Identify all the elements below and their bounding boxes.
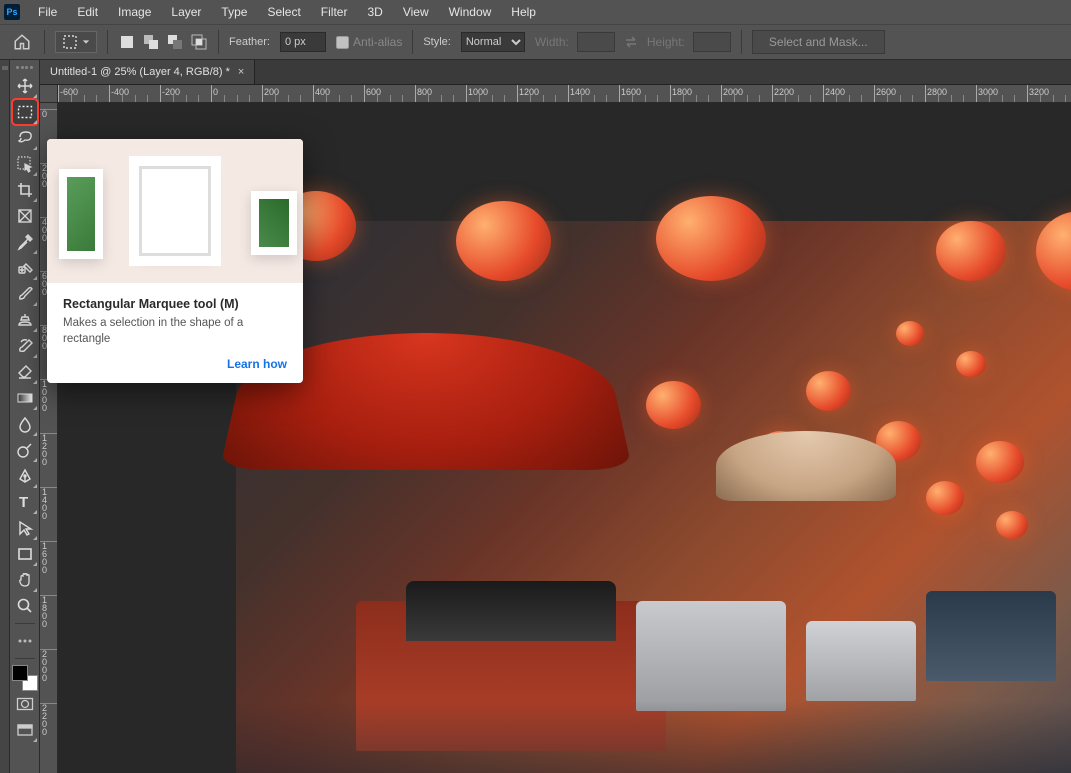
document-tab[interactable]: Untitled-1 @ 25% (Layer 4, RGB/8) * × bbox=[40, 60, 255, 84]
gradient-tool[interactable] bbox=[12, 385, 38, 411]
adobe-photoshop-icon: Ps bbox=[4, 4, 20, 20]
style-label: Style: bbox=[423, 36, 451, 48]
separator bbox=[15, 658, 35, 659]
foreground-color-swatch[interactable] bbox=[12, 665, 28, 681]
move-tool[interactable] bbox=[12, 73, 38, 99]
style-select[interactable]: Normal bbox=[461, 32, 525, 52]
document-tab-title: Untitled-1 @ 25% (Layer 4, RGB/8) * bbox=[50, 66, 230, 78]
home-button[interactable] bbox=[10, 30, 34, 54]
subtract-from-selection-button[interactable] bbox=[166, 33, 184, 51]
chevron-down-icon bbox=[82, 38, 90, 46]
select-and-mask-button[interactable]: Select and Mask... bbox=[752, 30, 885, 54]
clone-stamp-tool[interactable] bbox=[12, 307, 38, 333]
home-icon bbox=[13, 33, 31, 51]
tooltip-title: Rectangular Marquee tool (M) bbox=[63, 297, 287, 311]
feather-label: Feather: bbox=[229, 36, 270, 48]
zoom-tool[interactable] bbox=[12, 593, 38, 619]
object-selection-tool[interactable] bbox=[12, 151, 38, 177]
height-input bbox=[693, 32, 731, 52]
spot-healing-brush-tool[interactable] bbox=[12, 255, 38, 281]
history-brush-tool[interactable] bbox=[12, 333, 38, 359]
tooltip-description: Makes a selection in the shape of a rect… bbox=[63, 315, 287, 347]
hand-tool[interactable] bbox=[12, 567, 38, 593]
menu-layer[interactable]: Layer bbox=[161, 5, 211, 19]
pen-tool[interactable] bbox=[12, 463, 38, 489]
horizontal-type-tool[interactable]: T bbox=[12, 489, 38, 515]
swap-dimensions-icon bbox=[623, 34, 639, 50]
menu-view[interactable]: View bbox=[393, 5, 439, 19]
brush-tool[interactable] bbox=[12, 281, 38, 307]
eyedropper-tool[interactable] bbox=[12, 229, 38, 255]
edit-toolbar-button[interactable] bbox=[12, 628, 38, 654]
feather-input[interactable] bbox=[280, 32, 326, 52]
horizontal-ruler[interactable]: -600-400-2000200400600800100012001400160… bbox=[40, 85, 1071, 103]
width-input bbox=[577, 32, 615, 52]
new-selection-button[interactable] bbox=[118, 33, 136, 51]
eraser-tool[interactable] bbox=[12, 359, 38, 385]
tooltip-preview-image bbox=[47, 139, 303, 283]
divider bbox=[412, 30, 413, 54]
marquee-icon bbox=[62, 34, 78, 50]
frame-tool[interactable] bbox=[12, 203, 38, 229]
width-label: Width: bbox=[535, 35, 569, 49]
path-selection-tool[interactable] bbox=[12, 515, 38, 541]
tool-tooltip: Rectangular Marquee tool (M) Makes a sel… bbox=[47, 139, 303, 383]
close-tab-button[interactable]: × bbox=[238, 66, 244, 78]
canvas-image-content bbox=[236, 221, 1071, 773]
panel-grip-icon[interactable] bbox=[16, 66, 34, 69]
options-bar: Feather: Anti-alias Style: Normal Width:… bbox=[0, 24, 1071, 60]
menu-window[interactable]: Window bbox=[439, 5, 502, 19]
lasso-tool[interactable] bbox=[12, 125, 38, 151]
ruler-origin-corner[interactable] bbox=[40, 85, 58, 103]
menu-select[interactable]: Select bbox=[257, 5, 310, 19]
tools-panel: T bbox=[10, 60, 40, 773]
antialias-checkbox: Anti-alias bbox=[336, 35, 402, 49]
menu-help[interactable]: Help bbox=[501, 5, 546, 19]
document-tab-strip: Untitled-1 @ 25% (Layer 4, RGB/8) * × bbox=[40, 60, 1071, 85]
rectangle-tool[interactable] bbox=[12, 541, 38, 567]
rectangular-marquee-tool[interactable] bbox=[12, 99, 38, 125]
separator bbox=[15, 623, 35, 624]
dodge-tool[interactable] bbox=[12, 437, 38, 463]
color-swatches[interactable] bbox=[12, 665, 38, 691]
menubar: Ps File Edit Image Layer Type Select Fil… bbox=[0, 0, 1071, 24]
menu-type[interactable]: Type bbox=[211, 5, 257, 19]
left-dock-collapsed[interactable] bbox=[0, 60, 10, 773]
menu-edit[interactable]: Edit bbox=[67, 5, 108, 19]
crop-tool[interactable] bbox=[12, 177, 38, 203]
height-label: Height: bbox=[647, 35, 685, 49]
divider bbox=[107, 30, 108, 54]
divider bbox=[741, 30, 742, 54]
add-to-selection-button[interactable] bbox=[142, 33, 160, 51]
menu-image[interactable]: Image bbox=[108, 5, 161, 19]
menu-filter[interactable]: Filter bbox=[311, 5, 358, 19]
tooltip-learn-how-link[interactable]: Learn how bbox=[63, 357, 287, 371]
dock-handle[interactable] bbox=[2, 66, 8, 70]
tool-preset-picker[interactable] bbox=[55, 31, 97, 53]
intersect-selection-button[interactable] bbox=[190, 33, 208, 51]
quick-mask-toggle[interactable] bbox=[12, 691, 38, 717]
svg-text:T: T bbox=[19, 494, 28, 511]
menu-3d[interactable]: 3D bbox=[357, 5, 392, 19]
divider bbox=[44, 30, 45, 54]
divider bbox=[218, 30, 219, 54]
menu-file[interactable]: File bbox=[28, 5, 67, 19]
screen-mode-button[interactable] bbox=[12, 717, 38, 743]
blur-tool[interactable] bbox=[12, 411, 38, 437]
